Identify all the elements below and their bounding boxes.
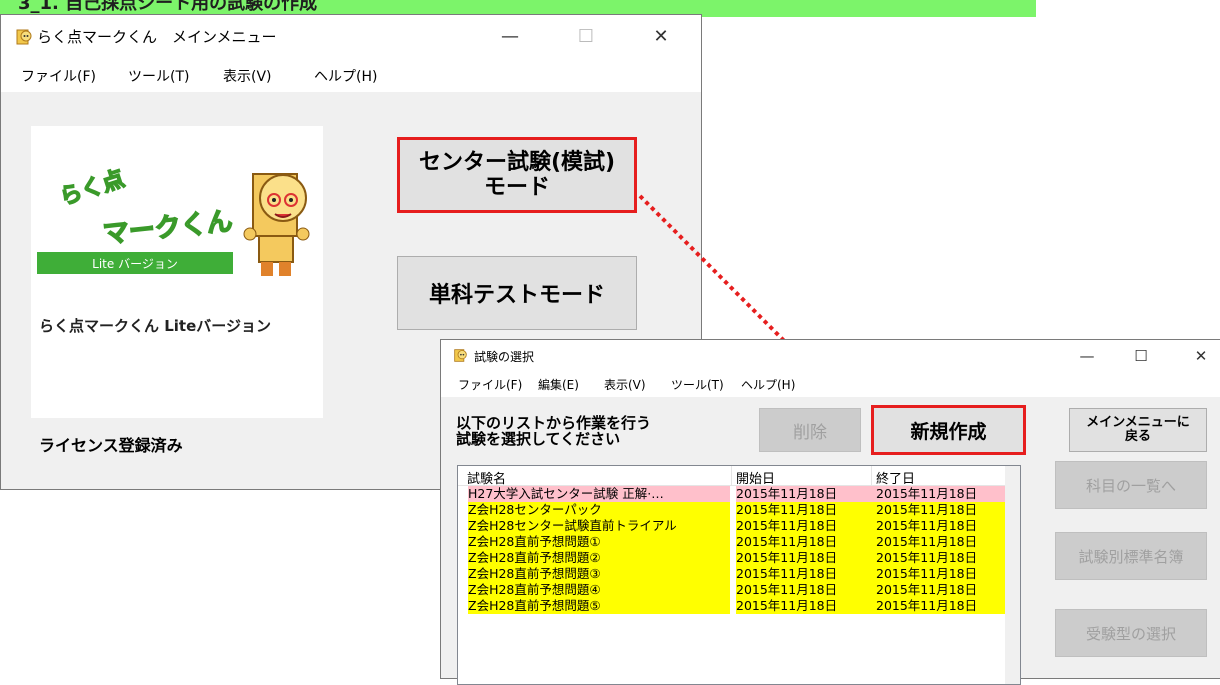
column-header-start[interactable]: 開始日 [736,468,775,487]
cell-name: Z会H28直前予想問題③ [468,566,730,582]
exam-list-header: 試験名 開始日 終了日 [458,466,1020,487]
cell-name: Z会H28直前予想問題② [468,550,730,566]
cell-start: 2015年11月18日 [736,582,876,598]
cell-end: 2015年11月18日 [876,486,1011,502]
table-row[interactable]: Z会H28直前予想問題③ 2015年11月18日 2015年11月18日 [460,566,1011,582]
menu-edit[interactable]: 編集(E) [538,376,579,393]
cell-start: 2015年11月18日 [736,566,876,582]
table-row[interactable]: Z会H28直前予想問題④ 2015年11月18日 2015年11月18日 [460,582,1011,598]
instruction-text: 以下のリストから作業を行う 試験を選択してください [456,415,651,447]
cell-name: H27大学入試センター試験 正解·… [468,486,730,502]
cell-name: Z会H28直前予想問題④ [468,582,730,598]
instruction-line-2: 試験を選択してください [456,430,621,448]
instruction-line-1: 以下のリストから作業を行う [456,414,652,432]
exam-type-button[interactable]: 受験型の選択 [1055,609,1207,657]
minimize-button[interactable]: — [1064,340,1110,371]
back-to-main-button[interactable]: メインメニューに 戻る [1069,408,1207,452]
cell-start: 2015年11月18日 [736,598,876,614]
subject-list-button[interactable]: 科目の一覧へ [1055,461,1207,509]
table-row[interactable]: Z会H28直前予想問題② 2015年11月18日 2015年11月18日 [460,550,1011,566]
menu-view[interactable]: 表示(V) [604,376,646,393]
cell-start: 2015年11月18日 [736,534,876,550]
cell-end: 2015年11月18日 [876,566,1011,582]
column-divider [731,466,732,485]
cell-start: 2015年11月18日 [736,550,876,566]
cell-end: 2015年11月18日 [876,550,1011,566]
exam-select-window: 試験の選択 — ☐ ✕ ファイル(F) 編集(E) 表示(V) ツール(T) ヘ… [440,339,1220,685]
list-scrollbar[interactable] [1005,466,1020,684]
delete-button[interactable]: 削除 [759,408,861,452]
app-icon [454,349,467,362]
table-row[interactable]: Z会H28直前予想問題⑤ 2015年11月18日 2015年11月18日 [460,598,1011,614]
back-label-2: 戻る [1124,429,1151,444]
table-row[interactable]: Z会H28センターパック 2015年11月18日 2015年11月18日 [460,502,1011,518]
table-row[interactable]: Z会H28直前予想問題① 2015年11月18日 2015年11月18日 [460,534,1011,550]
maximize-button[interactable]: ☐ [1118,340,1164,371]
exam-list[interactable]: 試験名 開始日 終了日 H27大学入試センター試験 正解·… 2015年11月18… [457,465,1021,685]
cell-end: 2015年11月18日 [876,534,1011,550]
cell-start: 2015年11月18日 [736,518,876,534]
menu-help[interactable]: ヘルプ(H) [741,376,795,393]
back-label-1: メインメニューに [1086,415,1190,430]
table-row[interactable]: Z会H28センター試験直前トライアル 2015年11月18日 2015年11月18日 [460,518,1011,534]
menu-file[interactable]: ファイル(F) [458,376,522,393]
cell-end: 2015年11月18日 [876,518,1011,534]
cell-start: 2015年11月18日 [736,502,876,518]
cell-name: Z会H28センター試験直前トライアル [468,518,730,534]
cell-start: 2015年11月18日 [736,486,876,502]
cell-name: Z会H28直前予想問題⑤ [468,598,730,614]
close-button[interactable]: ✕ [1178,340,1220,371]
cell-name: Z会H28直前予想問題① [468,534,730,550]
cell-end: 2015年11月18日 [876,598,1011,614]
cell-end: 2015年11月18日 [876,502,1011,518]
window-title: 試験の選択 [474,350,535,364]
column-divider [871,466,872,485]
exam-roster-button[interactable]: 試験別標準名簿 [1055,532,1207,580]
exam-titlebar: 試験の選択 — ☐ ✕ [441,340,1220,371]
column-header-end[interactable]: 終了日 [876,468,915,487]
column-header-name[interactable]: 試験名 [467,468,506,487]
menu-tools[interactable]: ツール(T) [671,376,724,393]
exam-menubar: ファイル(F) 編集(E) 表示(V) ツール(T) ヘルプ(H) [441,371,1220,397]
table-row[interactable]: H27大学入試センター試験 正解·… 2015年11月18日 2015年11月18日 [460,486,1011,502]
cell-name: Z会H28センターパック [468,502,730,518]
cell-end: 2015年11月18日 [876,582,1011,598]
new-exam-button[interactable]: 新規作成 [871,405,1026,455]
